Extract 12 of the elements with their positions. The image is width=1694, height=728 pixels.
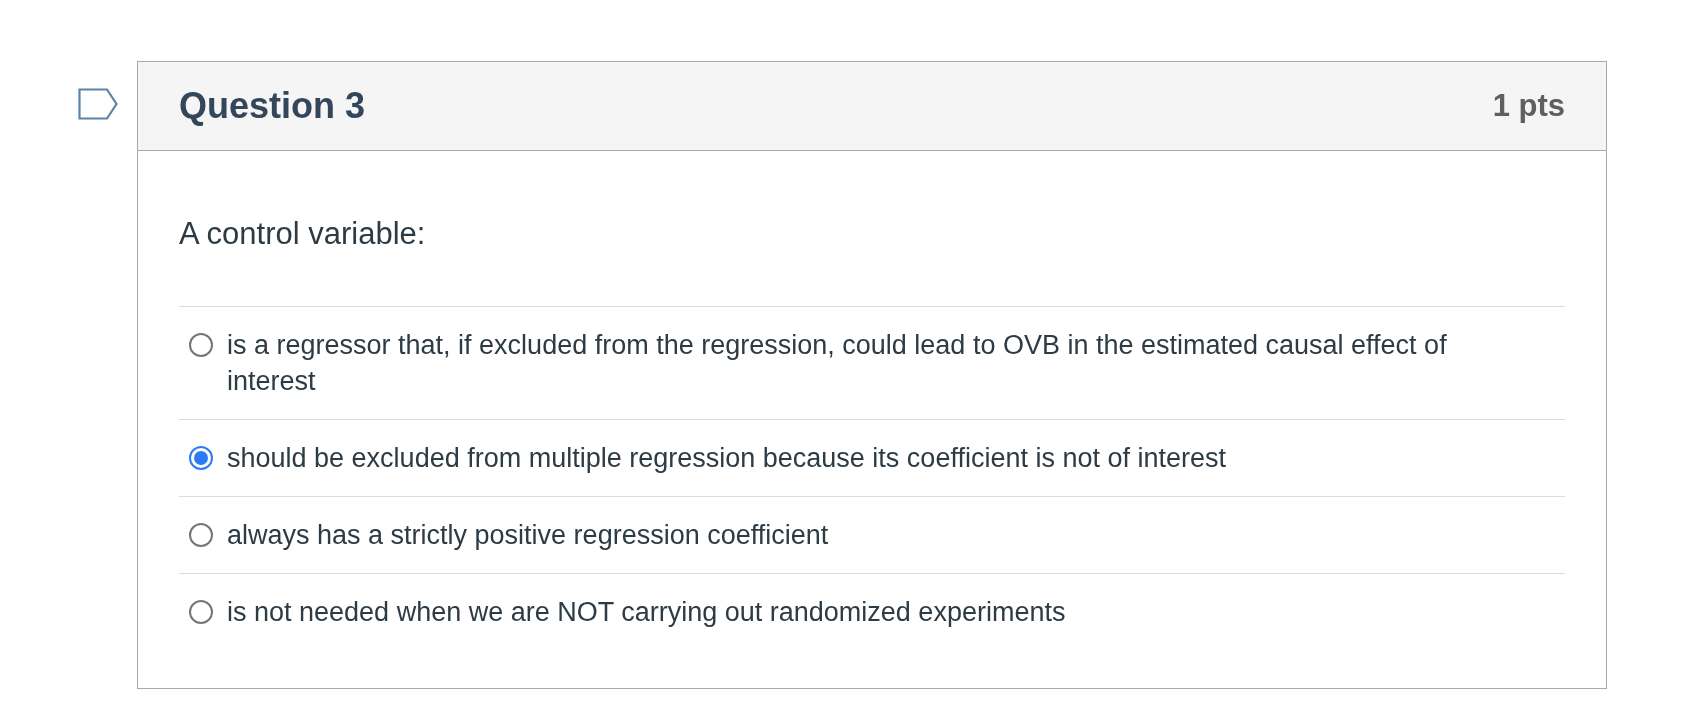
answer-text: should be excluded from multiple regression because its coefficient is not of interest	[227, 442, 1227, 475]
tag-icon[interactable]	[78, 88, 118, 120]
answer-text: is not needed when we are NOT carrying out randomized experiments	[227, 596, 1066, 629]
radio-button[interactable]	[189, 333, 213, 357]
answer-text: is a regressor that, if excluded from the regression, could lead to OVB in the estimated causal effect of interest	[227, 329, 1448, 398]
answer-text: always has a strictly positive regression coefficient	[227, 519, 829, 552]
points-label: 1 pts	[1492, 87, 1565, 125]
radio-button[interactable]	[189, 600, 213, 624]
question-prompt: A control variable:	[179, 215, 427, 253]
radio-button[interactable]	[189, 446, 213, 470]
radio-button[interactable]	[189, 523, 213, 547]
question-title: Question 3	[179, 84, 366, 128]
